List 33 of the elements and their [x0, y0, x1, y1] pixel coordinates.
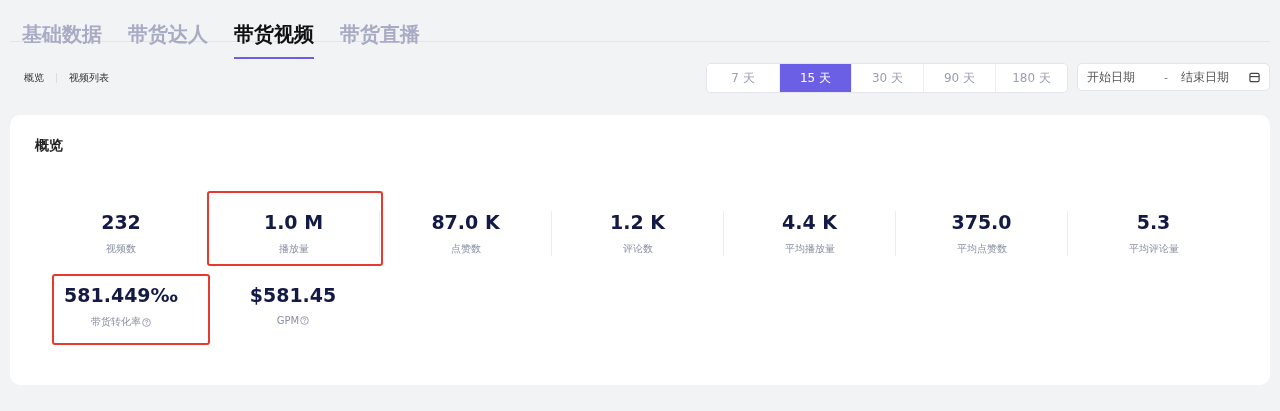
metric-value: 1.0 M [263, 211, 324, 233]
metric-value: 581.449‰ [64, 284, 178, 306]
metric-label: 平均评论量 [1128, 242, 1179, 256]
metric-value: 232 [101, 211, 141, 233]
metric-label: 点赞数 [450, 242, 481, 256]
metric-value: 4.4 K [782, 211, 837, 233]
calendar-icon [1249, 71, 1260, 83]
metric-label: GPM [276, 315, 300, 326]
metric-label: 带货转化率 [91, 315, 141, 329]
tab[interactable]: 带货直播 [340, 18, 420, 59]
metric-label: 评论数 [622, 242, 653, 256]
metric-value: 5.3 [1136, 211, 1171, 233]
tab[interactable]: 带货达人 [128, 18, 208, 59]
range-separator: - [1163, 70, 1169, 84]
sub-nav-link[interactable]: 概览 [24, 71, 44, 85]
range-button[interactable]: 15 天 [779, 64, 851, 92]
metric-label: 平均点赞数 [956, 242, 1007, 256]
end-date-input[interactable]: 结束日期 [1181, 70, 1245, 84]
metric-label: 播放量 [278, 242, 309, 256]
tab[interactable]: 基础数据 [22, 18, 102, 59]
metric-value: 1.2 K [610, 211, 665, 233]
card-title: 概览 [35, 137, 64, 155]
help-icon[interactable] [142, 317, 151, 327]
metric-label: 平均播放量 [784, 242, 835, 256]
tab[interactable]: 带货视频 [234, 18, 314, 59]
metric-value: 375.0 [951, 211, 1012, 233]
start-date-input[interactable]: 开始日期 [1087, 70, 1151, 84]
range-button[interactable]: 180 天 [995, 64, 1067, 92]
metric-label: 视频数 [106, 242, 136, 256]
sub-nav-link[interactable]: 视频列表 [69, 71, 109, 85]
metric-value: 87.0 K [431, 211, 500, 233]
metric-value: $581.45 [249, 284, 337, 306]
help-icon[interactable] [300, 316, 310, 325]
